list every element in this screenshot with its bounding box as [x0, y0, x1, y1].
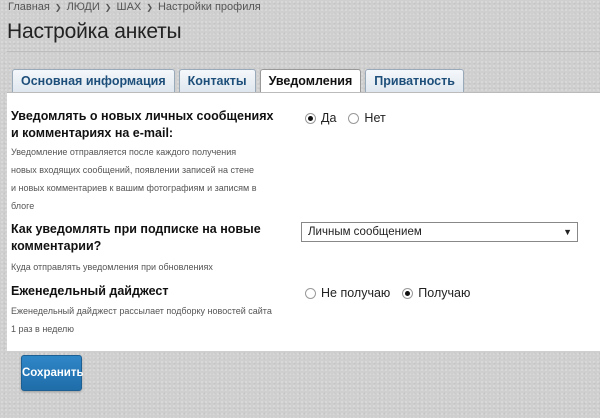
setting-email-notify: Уведомлять о новых личных сообщениях и к…: [11, 108, 281, 215]
chevron-right-icon: ❯: [104, 2, 112, 12]
setting-subscription-notify: Как уведомлять при подписке на новые ком…: [11, 221, 281, 276]
breadcrumb-user[interactable]: ШАХ: [117, 1, 142, 13]
radio-option-yes[interactable]: Да: [305, 111, 336, 125]
notify-method-select[interactable]: Личным сообщением ▼: [301, 222, 578, 242]
dropdown-arrow-icon: ▼: [563, 227, 572, 237]
setting-label: Уведомлять о новых личных сообщениях и к…: [11, 109, 274, 140]
radio-option-not-receive[interactable]: Не получаю: [305, 286, 390, 300]
breadcrumb-home[interactable]: Главная: [8, 1, 50, 13]
radio-option-no[interactable]: Нет: [348, 111, 386, 125]
weekly-digest-radio-group: Не получаю Получаю: [305, 286, 482, 300]
setting-weekly-digest: Еженедельный дайджест Еженедельный дайдж…: [11, 283, 301, 338]
select-value: Личным сообщением: [308, 226, 422, 238]
tab-contacts[interactable]: Контакты: [178, 69, 256, 92]
setting-label: Как уведомлять при подписке на новые ком…: [11, 222, 261, 253]
tab-notifications[interactable]: Уведомления: [259, 69, 362, 93]
save-button[interactable]: Сохранить: [21, 355, 84, 391]
title-divider: [7, 51, 600, 52]
setting-description: Еженедельный дайджест рассылает подборку…: [11, 306, 272, 334]
chevron-right-icon: ❯: [146, 2, 153, 12]
setting-description: Куда отправлять уведомления при обновлен…: [11, 262, 213, 272]
setting-description: Уведомление отправляется после каждого п…: [11, 147, 257, 211]
tab-privacy[interactable]: Приватность: [365, 69, 464, 92]
radio-checked-icon[interactable]: [402, 287, 414, 299]
breadcrumb-people[interactable]: ЛЮДИ: [67, 1, 100, 13]
radio-unchecked-icon[interactable]: [305, 287, 316, 299]
radio-checked-icon[interactable]: [305, 112, 316, 124]
page-title: Настройка анкеты: [7, 20, 182, 43]
radio-unchecked-icon[interactable]: [348, 112, 360, 124]
breadcrumb-current: Настройки профиля: [157, 1, 261, 13]
chevron-right-icon: ❯: [54, 2, 62, 12]
breadcrumb: Главная ❯ ЛЮДИ ❯ ШАХ ❯ Настройки профиля: [8, 1, 261, 13]
setting-label: Еженедельный дайджест: [11, 284, 169, 298]
email-notify-radio-group: Да Нет: [305, 111, 398, 125]
tab-main-info[interactable]: Основная информация: [12, 69, 175, 92]
tab-bar: Основная информация Контакты Уведомления…: [12, 69, 464, 93]
radio-option-receive[interactable]: Получаю: [402, 286, 470, 300]
